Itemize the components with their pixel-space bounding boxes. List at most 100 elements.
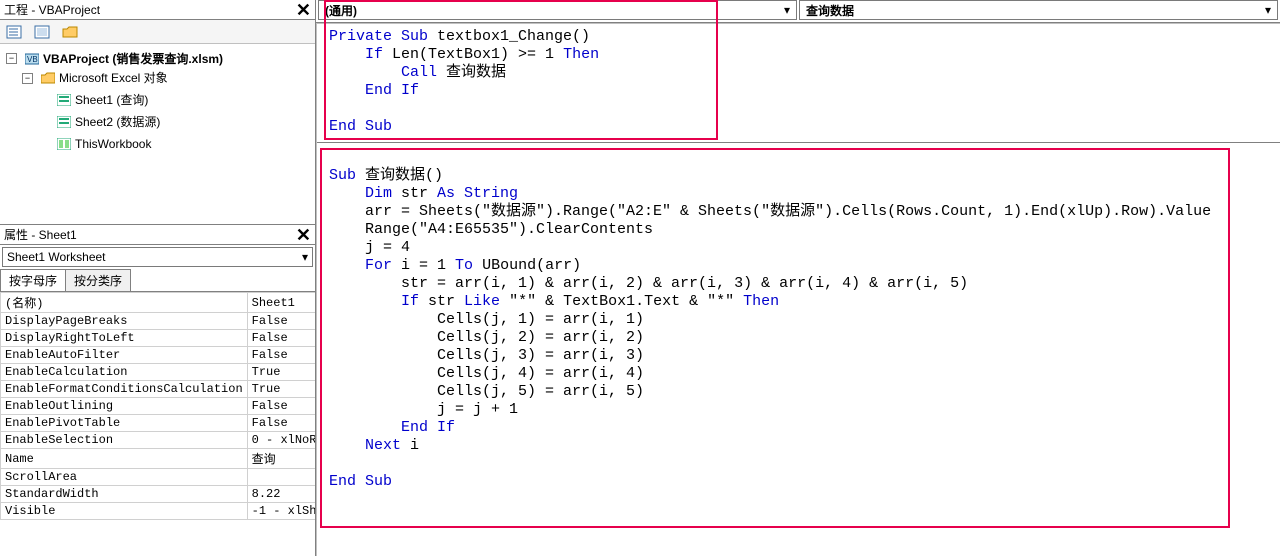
- close-icon[interactable]: ✕: [296, 3, 311, 17]
- property-name: DisplayPageBreaks: [1, 313, 248, 330]
- property-name: Name: [1, 449, 248, 469]
- property-value[interactable]: 8.22: [247, 486, 315, 503]
- view-code-icon[interactable]: [4, 24, 24, 40]
- properties-panel-title: 属性 - Sheet1: [4, 226, 77, 243]
- property-name: EnableSelection: [1, 432, 248, 449]
- property-row[interactable]: DisplayPageBreaksFalse: [1, 313, 316, 330]
- tab-alphabetic[interactable]: 按字母序: [0, 269, 66, 291]
- tree-item[interactable]: Sheet1 (查询): [75, 91, 148, 109]
- code-line[interactable]: End Sub: [329, 118, 1268, 136]
- property-name: EnableFormatConditionsCalculation: [1, 381, 248, 398]
- property-name: EnablePivotTable: [1, 415, 248, 432]
- code-line[interactable]: Cells(j, 3) = arr(i, 3): [329, 347, 1268, 365]
- code-line[interactable]: [329, 455, 1268, 473]
- chevron-down-icon: ▾: [302, 250, 308, 264]
- code-line[interactable]: Private Sub textbox1_Change(): [329, 28, 1268, 46]
- code-line[interactable]: End Sub: [329, 473, 1268, 491]
- property-row[interactable]: (名称)Sheet1: [1, 293, 316, 313]
- property-row[interactable]: DisplayRightToLeftFalse: [1, 330, 316, 347]
- property-value[interactable]: 查询: [247, 449, 315, 469]
- code-line[interactable]: Cells(j, 4) = arr(i, 4): [329, 365, 1268, 383]
- close-icon[interactable]: ✕: [296, 228, 311, 242]
- property-value[interactable]: False: [247, 415, 315, 432]
- code-line[interactable]: Dim str As String: [329, 185, 1268, 203]
- worksheet-icon: [57, 138, 71, 150]
- code-line[interactable]: End If: [329, 82, 1268, 100]
- procedure-dropdown-label: 查询数据: [806, 2, 854, 19]
- object-selector[interactable]: Sheet1 Worksheet ▾: [2, 247, 313, 267]
- project-panel-header: 工程 - VBAProject ✕: [0, 0, 315, 20]
- code-line[interactable]: j = 4: [329, 239, 1268, 257]
- property-value[interactable]: True: [247, 364, 315, 381]
- procedure-separator: [317, 142, 1280, 143]
- property-row[interactable]: Visible-1 - xlSheetVisible: [1, 503, 316, 520]
- property-value[interactable]: 0 - xlNoRestrictions: [247, 432, 315, 449]
- chevron-down-icon: ▾: [1265, 3, 1271, 17]
- property-value[interactable]: True: [247, 381, 315, 398]
- property-name: StandardWidth: [1, 486, 248, 503]
- property-row[interactable]: EnablePivotTableFalse: [1, 415, 316, 432]
- tree-collapse-icon[interactable]: −: [6, 53, 17, 64]
- chevron-down-icon: ▾: [784, 3, 790, 17]
- project-panel-title: 工程 - VBAProject: [4, 1, 100, 18]
- code-line[interactable]: For i = 1 To UBound(arr): [329, 257, 1268, 275]
- tree-root[interactable]: VBAProject (销售发票查询.xlsm): [43, 50, 223, 68]
- property-value[interactable]: -1 - xlSheetVisible: [247, 503, 315, 520]
- property-row[interactable]: StandardWidth8.22: [1, 486, 316, 503]
- code-line[interactable]: [329, 100, 1268, 118]
- property-value[interactable]: False: [247, 398, 315, 415]
- code-line[interactable]: Cells(j, 2) = arr(i, 2): [329, 329, 1268, 347]
- tab-categorized[interactable]: 按分类序: [65, 269, 131, 291]
- properties-panel-header: 属性 - Sheet1 ✕: [0, 225, 315, 245]
- property-row[interactable]: EnableAutoFilterFalse: [1, 347, 316, 364]
- tree-group[interactable]: Microsoft Excel 对象: [59, 69, 168, 87]
- folder-icon: [41, 72, 55, 84]
- code-line[interactable]: str = arr(i, 1) & arr(i, 2) & arr(i, 3) …: [329, 275, 1268, 293]
- property-name: EnableOutlining: [1, 398, 248, 415]
- worksheet-icon: [57, 94, 71, 106]
- code-line[interactable]: Cells(j, 5) = arr(i, 5): [329, 383, 1268, 401]
- property-name: EnableAutoFilter: [1, 347, 248, 364]
- tree-item[interactable]: Sheet2 (数据源): [75, 113, 160, 131]
- code-line[interactable]: If Len(TextBox1) >= 1 Then: [329, 46, 1268, 64]
- object-selector-label: Sheet1 Worksheet: [7, 250, 106, 264]
- worksheet-icon: [57, 116, 71, 128]
- code-line[interactable]: j = j + 1: [329, 401, 1268, 419]
- property-row[interactable]: EnableOutliningFalse: [1, 398, 316, 415]
- tree-collapse-icon[interactable]: −: [22, 73, 33, 84]
- property-row[interactable]: Name查询: [1, 449, 316, 469]
- property-row[interactable]: ScrollArea: [1, 469, 316, 486]
- object-dropdown[interactable]: (通用) ▾: [318, 0, 797, 20]
- property-name: ScrollArea: [1, 469, 248, 486]
- code-line[interactable]: Next i: [329, 437, 1268, 455]
- code-line[interactable]: End If: [329, 419, 1268, 437]
- property-name: DisplayRightToLeft: [1, 330, 248, 347]
- object-dropdown-label: (通用): [325, 2, 357, 19]
- property-row[interactable]: EnableCalculationTrue: [1, 364, 316, 381]
- project-tree[interactable]: − VB VBAProject (销售发票查询.xlsm) − Microsof…: [0, 44, 315, 224]
- property-value[interactable]: Sheet1: [247, 293, 315, 313]
- code-line[interactable]: Sub 查询数据(): [329, 167, 1268, 185]
- project-toolbar: [0, 20, 315, 44]
- property-value[interactable]: False: [247, 313, 315, 330]
- code-line[interactable]: Call 查询数据: [329, 64, 1268, 82]
- property-name: EnableCalculation: [1, 364, 248, 381]
- folder-toggle-icon[interactable]: [60, 24, 80, 40]
- property-value[interactable]: False: [247, 330, 315, 347]
- procedure-dropdown[interactable]: 查询数据 ▾: [799, 0, 1278, 20]
- code-line[interactable]: If str Like "*" & TextBox1.Text & "*" Th…: [329, 293, 1268, 311]
- property-value[interactable]: [247, 469, 315, 486]
- property-name: Visible: [1, 503, 248, 520]
- property-row[interactable]: EnableSelection0 - xlNoRestrictions: [1, 432, 316, 449]
- property-row[interactable]: EnableFormatConditionsCalculationTrue: [1, 381, 316, 398]
- code-editor[interactable]: Private Sub textbox1_Change() If Len(Tex…: [316, 23, 1280, 556]
- code-line[interactable]: Range("A4:E65535").ClearContents: [329, 221, 1268, 239]
- code-line[interactable]: Cells(j, 1) = arr(i, 1): [329, 311, 1268, 329]
- tree-item[interactable]: ThisWorkbook: [75, 135, 151, 153]
- property-value[interactable]: False: [247, 347, 315, 364]
- svg-text:VB: VB: [27, 55, 38, 64]
- properties-grid[interactable]: (名称)Sheet1DisplayPageBreaksFalseDisplayR…: [0, 292, 315, 556]
- property-name: (名称): [1, 293, 248, 313]
- code-line[interactable]: arr = Sheets("数据源").Range("A2:E" & Sheet…: [329, 203, 1268, 221]
- view-object-icon[interactable]: [32, 24, 52, 40]
